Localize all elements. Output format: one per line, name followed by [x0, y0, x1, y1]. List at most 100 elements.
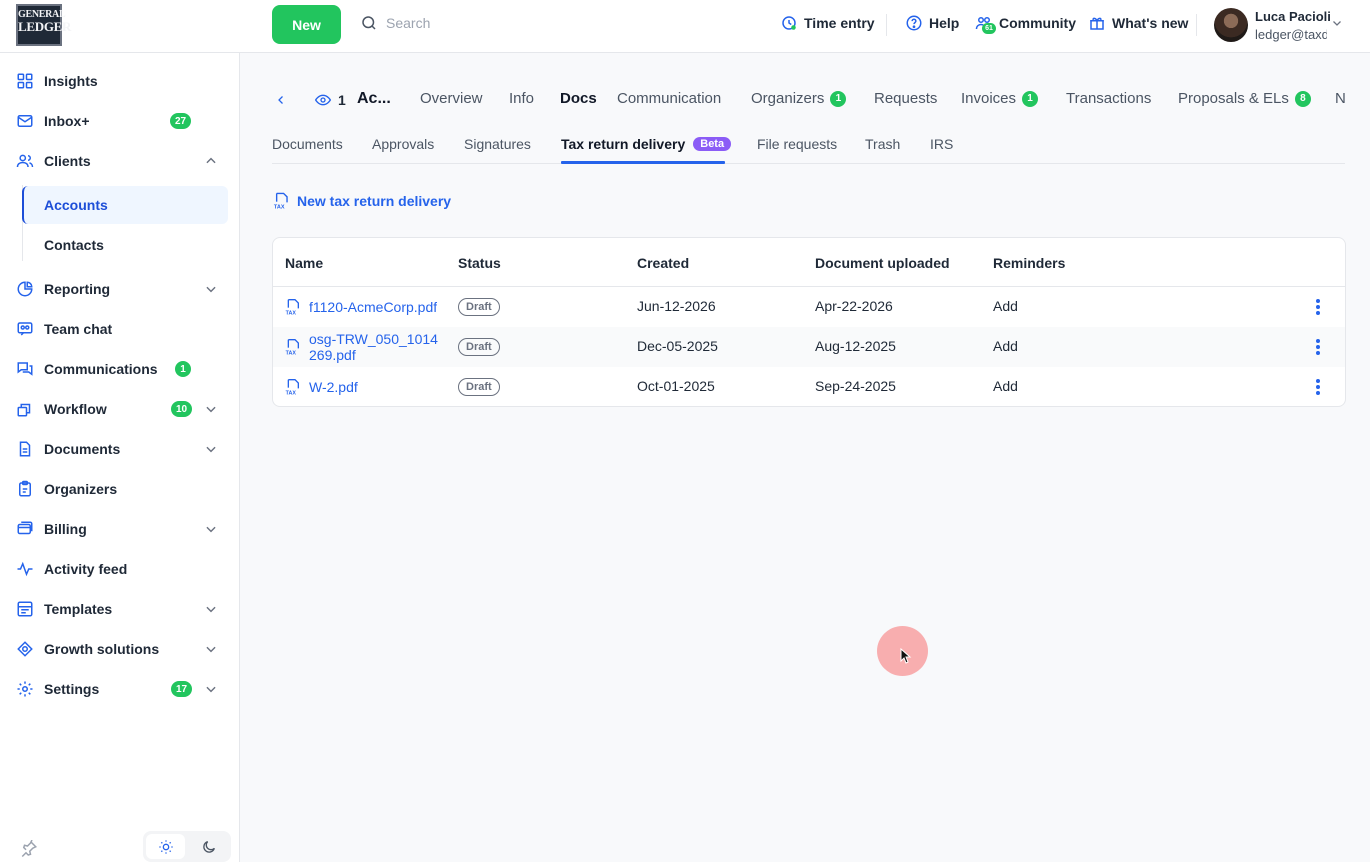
tab-organizers[interactable]: Organizers 1 — [751, 90, 847, 107]
sidebar-item-reporting[interactable]: Reporting — [16, 277, 224, 301]
new-delivery-label: New tax return delivery — [297, 193, 452, 209]
column-header-uploaded[interactable]: Document uploaded — [815, 255, 950, 271]
new-button[interactable]: New — [272, 5, 341, 44]
chevron-down-icon[interactable] — [204, 642, 218, 656]
community-button[interactable]: 61 Community — [975, 14, 1076, 34]
column-header-status[interactable]: Status — [458, 255, 501, 271]
app-logo[interactable]: GENERAL LEDGER — [16, 4, 71, 46]
watchers-count: 1 — [338, 92, 346, 108]
search-input[interactable]: Search — [360, 14, 430, 32]
tax-document-icon: TAX — [286, 299, 299, 316]
back-arrow-icon[interactable] — [275, 93, 287, 107]
subtab-documents[interactable]: Documents — [272, 136, 343, 152]
chevron-up-icon[interactable] — [204, 154, 218, 168]
column-header-reminders[interactable]: Reminders — [993, 255, 1065, 271]
tab-more[interactable]: N — [1335, 90, 1346, 107]
file-link[interactable]: TAX W-2.pdf — [285, 367, 358, 406]
tab-label: Requests — [874, 90, 938, 107]
tab-invoices[interactable]: Invoices 1 — [961, 90, 1039, 107]
tab-docs[interactable]: Docs — [560, 90, 597, 107]
sidebar-item-accounts[interactable]: Accounts — [22, 186, 228, 224]
uploaded-date: Apr-22-2026 — [815, 298, 893, 314]
sidebar-item-templates[interactable]: Templates — [16, 597, 224, 621]
active-subtab-indicator — [561, 161, 725, 164]
subtab-signatures[interactable]: Signatures — [464, 136, 531, 152]
created-date: Dec-05-2025 — [637, 338, 718, 354]
file-link[interactable]: TAX f1120-AcmeCorp.pdf — [285, 287, 437, 327]
chevron-down-icon[interactable] — [204, 282, 218, 296]
chevron-down-icon[interactable] — [204, 602, 218, 616]
help-button[interactable]: Help — [905, 14, 959, 32]
chevron-down-icon[interactable] — [204, 402, 218, 416]
file-name: osg-TRW_050_1014269.pdf — [309, 331, 438, 363]
sidebar-item-growth-solutions[interactable]: Growth solutions — [16, 637, 224, 661]
sidebar-item-documents[interactable]: Documents — [16, 437, 224, 461]
sidebar-item-contacts[interactable]: Contacts — [24, 226, 230, 264]
chevron-down-icon[interactable] — [204, 522, 218, 536]
add-reminder-link[interactable]: Add — [993, 378, 1018, 394]
sidebar-item-insights[interactable]: Insights — [16, 69, 224, 93]
sidebar-item-organizers[interactable]: Organizers — [16, 477, 224, 501]
sidebar-item-team-chat[interactable]: Team chat — [16, 317, 224, 341]
subtab-file-requests[interactable]: File requests — [757, 136, 837, 152]
dark-mode-button[interactable] — [189, 834, 228, 859]
table-row[interactable]: TAX f1120-AcmeCorp.pdf Draft Jun-12-2026… — [273, 287, 1345, 327]
new-tax-return-delivery-button[interactable]: TAX New tax return delivery — [273, 192, 451, 210]
more-options-icon[interactable] — [1315, 298, 1321, 316]
tab-label: Proposals & ELs — [1178, 90, 1289, 107]
subtab-label: Approvals — [372, 136, 435, 152]
subtab-tax-return-delivery[interactable]: Tax return delivery Beta — [561, 136, 732, 152]
growth-icon — [16, 640, 34, 658]
tax-document-icon: TAX — [286, 339, 299, 356]
light-mode-button[interactable] — [146, 834, 185, 859]
chevron-down-icon[interactable] — [1331, 17, 1343, 29]
sidebar-item-clients[interactable]: Clients — [16, 149, 224, 173]
file-link[interactable]: TAX osg-TRW_050_1014269.pdf — [285, 327, 439, 367]
grid-icon — [16, 72, 34, 90]
add-reminder-link[interactable]: Add — [993, 298, 1018, 314]
tab-overview[interactable]: Overview — [420, 90, 483, 107]
account-name[interactable]: Ac... — [357, 90, 391, 108]
add-reminder-link[interactable]: Add — [993, 338, 1018, 354]
tab-communication[interactable]: Communication — [617, 90, 721, 107]
subtab-trash[interactable]: Trash — [865, 136, 900, 152]
tab-label: Organizers — [751, 90, 825, 107]
tab-badge: 8 — [1294, 90, 1311, 107]
tab-proposals[interactable]: Proposals & ELs 8 — [1178, 90, 1311, 107]
column-header-created[interactable]: Created — [637, 255, 689, 271]
sidebar: Insights Inbox+ 27 Clients Accounts Cont… — [0, 53, 240, 862]
user-name[interactable]: Luca Pacioli — [1255, 9, 1331, 24]
more-options-icon[interactable] — [1315, 378, 1321, 396]
uploaded-date: Sep-24-2025 — [815, 378, 896, 394]
tab-label: N — [1335, 90, 1346, 107]
status-badge: Draft — [458, 298, 500, 316]
tab-badge: 1 — [1022, 90, 1039, 107]
time-entry-button[interactable]: Time entry — [780, 14, 875, 32]
more-options-icon[interactable] — [1315, 338, 1321, 356]
column-header-name[interactable]: Name — [285, 255, 323, 271]
tab-info[interactable]: Info — [509, 90, 534, 107]
table-row[interactable]: TAX osg-TRW_050_1014269.pdf Draft Dec-05… — [273, 327, 1345, 367]
avatar[interactable] — [1214, 8, 1248, 42]
sidebar-item-communications[interactable]: Communications 1 — [16, 357, 224, 381]
sidebar-item-workflow[interactable]: Workflow 10 — [16, 397, 224, 421]
sidebar-item-inbox[interactable]: Inbox+ 27 — [16, 109, 224, 133]
pin-icon[interactable] — [20, 840, 38, 858]
whats-new-button[interactable]: What's new — [1088, 14, 1188, 32]
theme-toggle[interactable] — [143, 831, 231, 862]
inbox-badge: 27 — [170, 113, 192, 129]
divider — [1196, 14, 1197, 36]
sidebar-item-activity-feed[interactable]: Activity feed — [16, 557, 224, 581]
chevron-down-icon[interactable] — [204, 442, 218, 456]
sidebar-item-settings[interactable]: Settings 17 — [16, 677, 224, 701]
subtab-irs[interactable]: IRS — [930, 136, 953, 152]
sidebar-item-billing[interactable]: Billing — [16, 517, 224, 541]
tab-requests[interactable]: Requests — [874, 90, 937, 107]
subtab-label: File requests — [757, 136, 838, 152]
table-row[interactable]: TAX W-2.pdf Draft Oct-01-2025 Sep-24-202… — [273, 367, 1345, 406]
tab-transactions[interactable]: Transactions — [1066, 90, 1151, 107]
subtab-approvals[interactable]: Approvals — [372, 136, 434, 152]
eye-icon[interactable] — [314, 92, 332, 108]
tax-document-icon: TAX — [274, 192, 288, 210]
chevron-down-icon[interactable] — [204, 682, 218, 696]
